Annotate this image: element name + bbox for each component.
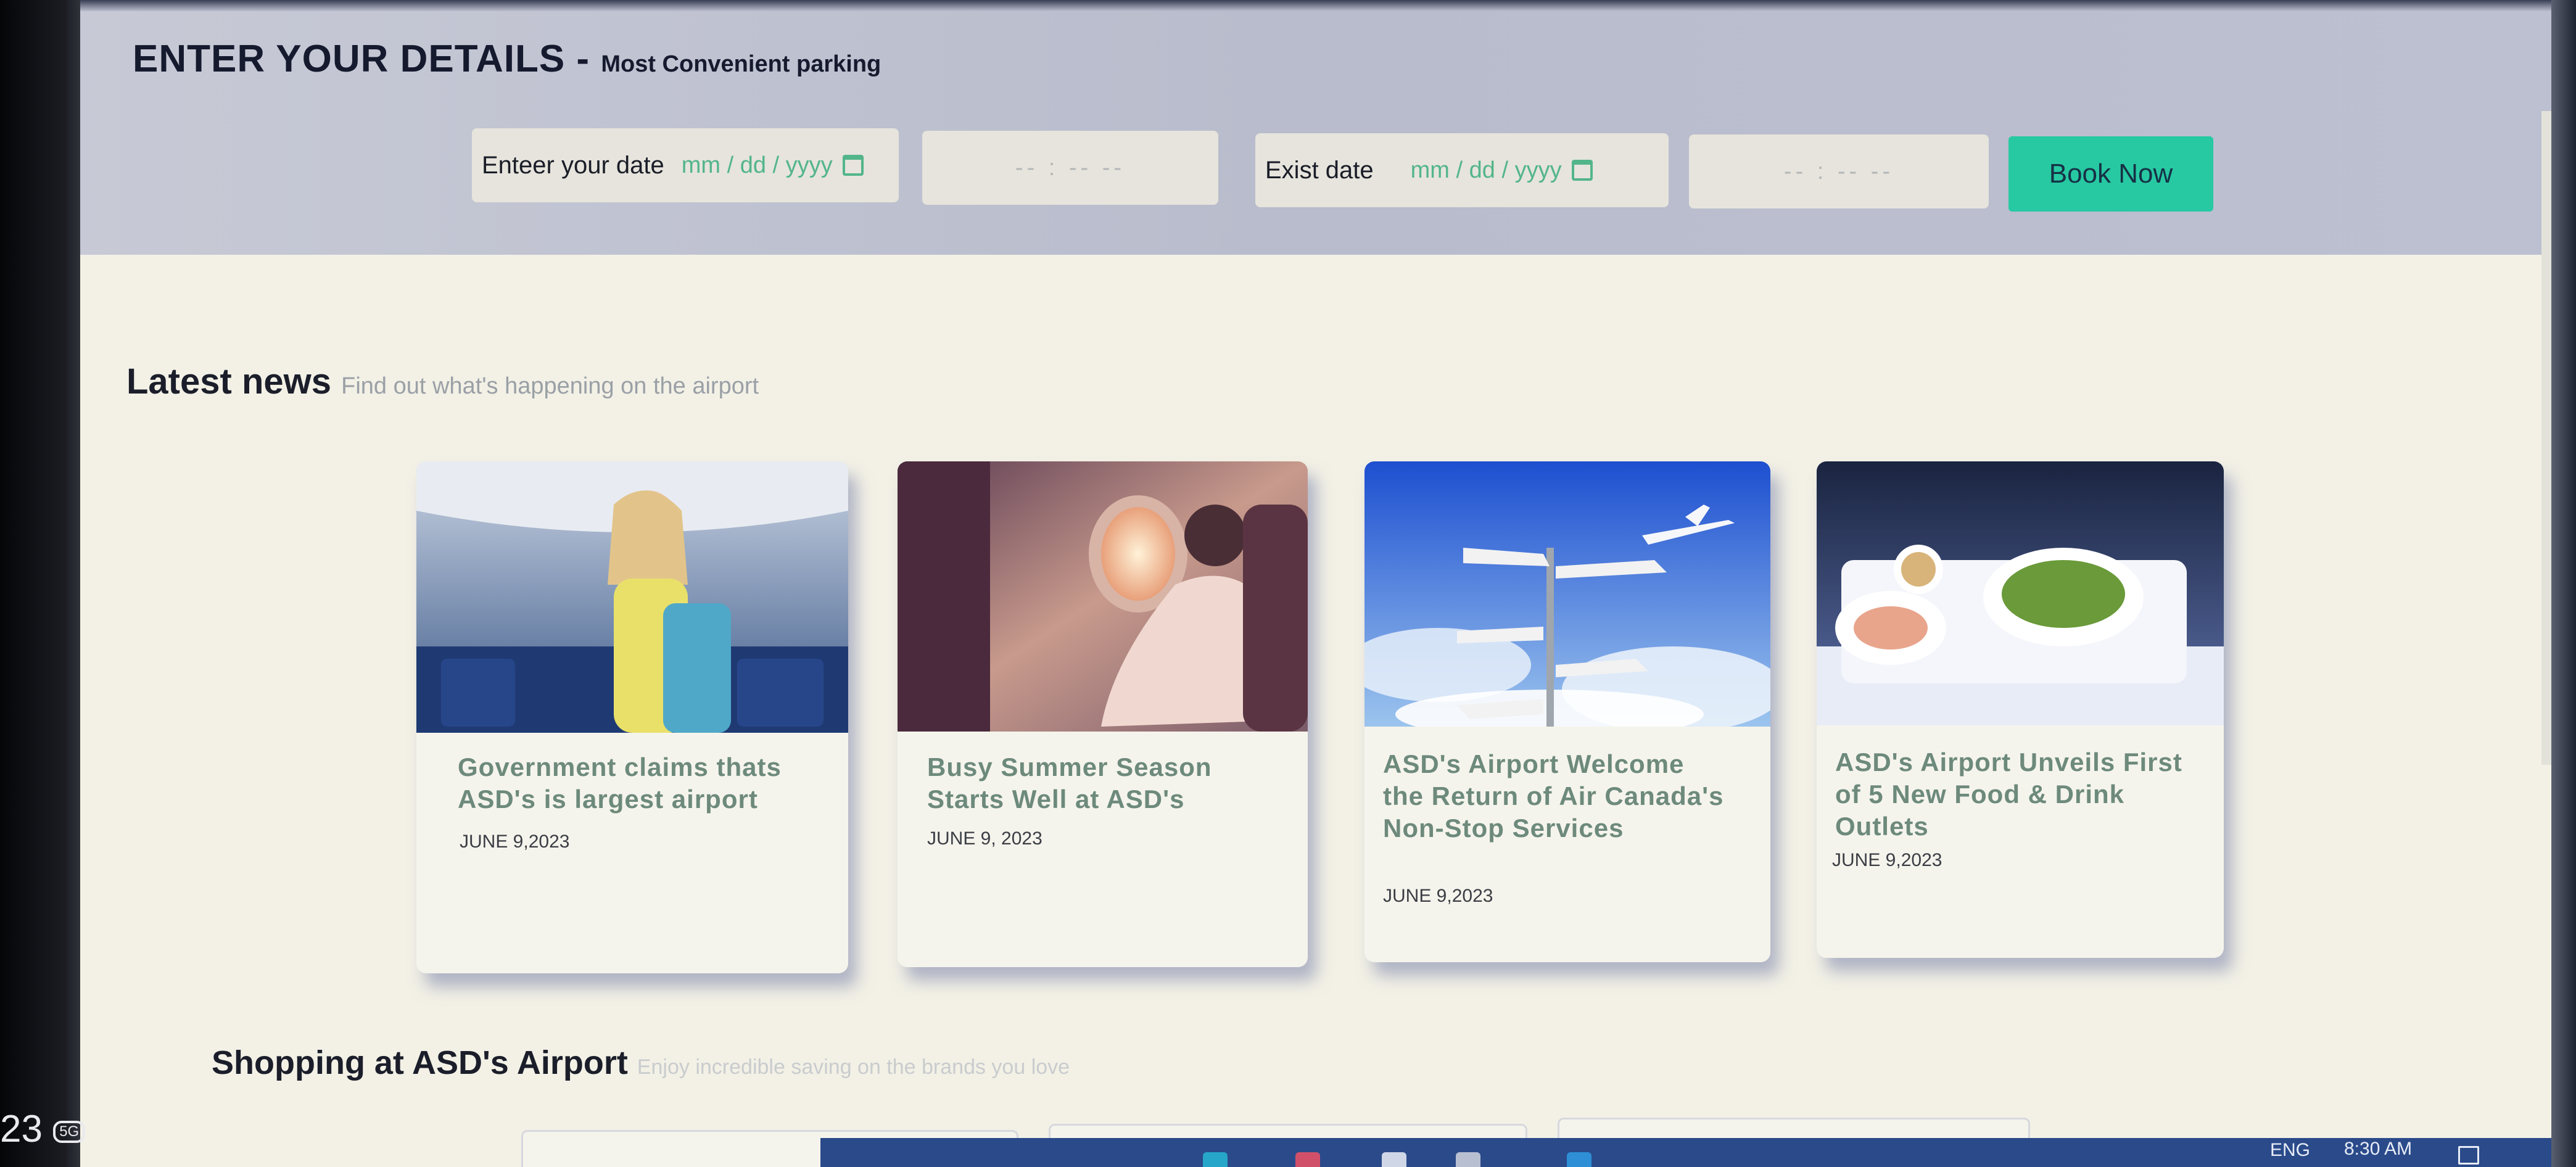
- news-card[interactable]: Busy Summer Season Starts Well at ASD's …: [898, 461, 1308, 967]
- news-card[interactable]: Government claims thats ASD's is largest…: [416, 461, 848, 973]
- shopping-title: Shopping at ASD's Airport: [212, 1044, 628, 1081]
- news-card-date: JUNE 9,2023: [1383, 886, 1493, 906]
- monitor-bezel-right: [2551, 0, 2576, 1167]
- shopping-section-title: Shopping at ASD's Airport Enjoy incredib…: [212, 1044, 1070, 1082]
- language-indicator[interactable]: ENG: [2270, 1140, 2310, 1161]
- entry-date-field[interactable]: Enteer your date mm / dd / yyyy: [472, 128, 899, 202]
- signpost-airplane-photo: [1364, 461, 1770, 727]
- camera-mark: 23: [0, 1108, 43, 1150]
- news-section-title: Latest news Find out what's happening on…: [126, 361, 759, 402]
- news-subtitle: Find out what's happening on the airport: [341, 373, 759, 399]
- booking-title: ENTER YOUR DETAILS - Most Convenient par…: [133, 37, 881, 81]
- news-card-title[interactable]: Busy Summer Season Starts Well at ASD's: [927, 751, 1273, 815]
- calendar-icon[interactable]: [842, 155, 864, 176]
- monitor-top-edge: [0, 0, 2576, 11]
- shopping-subtitle: Enjoy incredible saving on the brands yo…: [637, 1055, 1070, 1079]
- exit-date-field[interactable]: Exist date mm / dd / yyyy: [1255, 133, 1669, 207]
- app-icon[interactable]: [1295, 1152, 1320, 1167]
- os-taskbar: [820, 1138, 2576, 1167]
- entry-time-field[interactable]: -- : -- --: [922, 131, 1218, 205]
- app-icon[interactable]: [1382, 1152, 1406, 1167]
- news-card-date: JUNE 9,2023: [460, 831, 570, 852]
- news-card-title[interactable]: ASD's Airport Unveils First of 5 New Foo…: [1835, 746, 2193, 843]
- entry-date-input[interactable]: mm / dd / yyyy: [682, 152, 833, 179]
- book-now-button[interactable]: Book Now: [2008, 136, 2213, 212]
- clock-time[interactable]: 8:30 AM: [2344, 1139, 2412, 1160]
- news-card-title[interactable]: ASD's Airport Welcome the Return of Air …: [1383, 748, 1728, 844]
- news-card[interactable]: ASD's Airport Welcome the Return of Air …: [1364, 461, 1770, 962]
- calendar-icon[interactable]: [1571, 160, 1593, 181]
- exit-date-input[interactable]: mm / dd / yyyy: [1411, 157, 1562, 184]
- news-card[interactable]: ASD's Airport Unveils First of 5 New Foo…: [1817, 461, 2224, 958]
- booking-section: ENTER YOUR DETAILS - Most Convenient par…: [12, 11, 2560, 255]
- camera-badge: 5G: [53, 1120, 86, 1143]
- camera-watermark: 23 5G: [0, 1107, 86, 1151]
- entry-date-label: Enteer your date: [482, 151, 664, 179]
- inflight-meal-photo: [1817, 461, 2224, 725]
- app-icon[interactable]: [1567, 1152, 1591, 1167]
- notification-icon[interactable]: [2458, 1146, 2479, 1165]
- app-icon[interactable]: [1203, 1152, 1228, 1167]
- news-card-title[interactable]: Government claims thats ASD's is largest…: [458, 751, 828, 815]
- booking-subtitle: Most Convenient parking: [601, 51, 881, 77]
- smiling-passenger-photo: [416, 461, 848, 733]
- window-seat-photo: [898, 461, 1308, 732]
- app-icon[interactable]: [1456, 1152, 1480, 1167]
- news-card-date: JUNE 9, 2023: [927, 828, 1042, 849]
- exit-time-field[interactable]: -- : -- --: [1689, 134, 1989, 208]
- booking-title-text: ENTER YOUR DETAILS -: [133, 38, 590, 80]
- entry-time-input[interactable]: -- : -- --: [932, 155, 1208, 181]
- news-card-date: JUNE 9,2023: [1832, 850, 1942, 870]
- monitor-bezel-left: [0, 0, 80, 1167]
- news-title: Latest news: [126, 361, 331, 402]
- exit-time-input[interactable]: -- : -- --: [1699, 159, 1979, 185]
- exit-date-label: Exist date: [1265, 156, 1374, 184]
- screen: ENTER YOUR DETAILS - Most Convenient par…: [0, 0, 2576, 1167]
